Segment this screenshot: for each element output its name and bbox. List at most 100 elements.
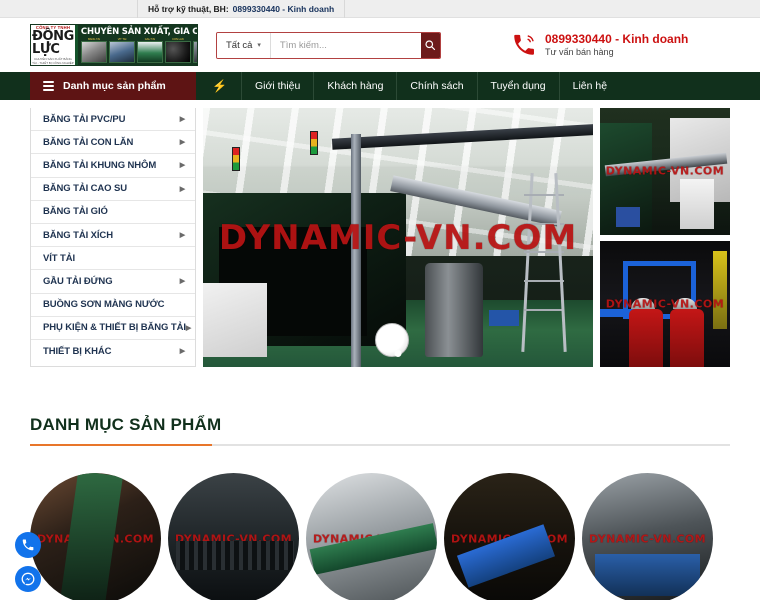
floating-messenger-button[interactable] <box>15 566 41 592</box>
search-button[interactable] <box>420 32 440 58</box>
logo-thumb: VÍT TẢI <box>108 38 136 63</box>
nav-links: Giới thiệu Khách hàng Chính sách Tuyển d… <box>240 72 620 100</box>
nav-item-tuyen-dung[interactable]: Tuyển dụng <box>476 72 559 100</box>
chevron-down-icon: ▾ <box>257 42 261 49</box>
hero-side-image-bottom[interactable]: DYNAMIC-VN.COM <box>600 240 730 367</box>
product-circle-item[interactable]: DYNAMIC-VN.COM <box>306 473 437 600</box>
yellow-column <box>713 250 728 330</box>
product-category-section: DANH MỤC SẢN PHẨM DYNAMIC-VN.COM DYNAMIC… <box>30 415 730 600</box>
nav-item-khach-hang[interactable]: Khách hàng <box>313 72 396 100</box>
sidebar-item-bang-tai-pvc-pu[interactable]: BĂNG TẢI PVC/PU ▶ <box>31 108 195 132</box>
chevron-right-icon: ▶ <box>179 278 185 286</box>
slider-dot-indicator[interactable] <box>394 350 402 357</box>
support-phone[interactable]: 0899330440 - Kinh doanh <box>233 4 335 14</box>
label-roll <box>374 322 409 357</box>
sidebar-item-bang-tai-xich[interactable]: BĂNG TẢI XÍCH ▶ <box>31 224 195 248</box>
support-label: Hỗ trợ kỹ thuật, BH: <box>148 3 229 14</box>
product-circle-item[interactable]: DYNAMIC-VN.COM <box>30 473 161 600</box>
hamburger-icon <box>43 81 54 91</box>
sidebar-item-thiet-bi-khac[interactable]: THIẾT BỊ KHÁC ▶ <box>31 340 195 363</box>
chevron-right-icon: ▶ <box>179 232 185 240</box>
image-watermark: DYNAMIC-VN.COM <box>450 532 569 545</box>
sidebar-item-label: BUỒNG SƠN MÀNG NƯỚC <box>43 299 165 311</box>
header-inner: CÔNG TY TNHH ĐỘNG LỰC CHUYÊN SẢN XUẤT BĂ… <box>30 18 730 72</box>
nav-item-gioi-thieu[interactable]: Giới thiệu <box>240 72 313 100</box>
hotline-number: 0899330440 - Kinh doanh <box>545 32 689 46</box>
hotline-text: 0899330440 - Kinh doanh Tư vấn bán hàng <box>545 32 688 58</box>
logo-company-block: CÔNG TY TNHH ĐỘNG LỰC CHUYÊN SẢN XUẤT BĂ… <box>31 25 78 65</box>
messenger-icon <box>21 572 35 586</box>
product-circle-item[interactable]: DYNAMIC-VN.COM <box>582 473 713 600</box>
nav-item-chinh-sach[interactable]: Chính sách <box>396 72 476 100</box>
chevron-right-icon: ▶ <box>179 116 185 124</box>
sidebar-item-bang-tai-cao-su[interactable]: BĂNG TẢI CAO SU ▶ <box>31 178 195 201</box>
search-bar: Tất cả ▾ <box>216 31 441 59</box>
image-watermark: DYNAMIC-VN.COM <box>312 532 431 545</box>
floating-contact-buttons <box>15 532 41 592</box>
roller-thumb-icon <box>164 41 192 63</box>
logo-thumb-strip: BĂNG TẢI VÍT TẢI GẦU TẢI CON LĂN <box>80 38 197 63</box>
sidebar-item-label: BĂNG TẢI XÍCH <box>43 229 113 241</box>
sidebar-item-gau-tai-dung[interactable]: GẦU TẢI ĐỨNG ▶ <box>31 270 195 294</box>
bucket-elevator-thumb-icon <box>136 41 164 63</box>
nav-item-lien-he[interactable]: Liên hệ <box>558 72 620 100</box>
sidebar-item-vit-tai[interactable]: VÍT TẢI <box>31 247 195 271</box>
product-circle-item[interactable]: DYNAMIC-VN.COM <box>444 473 575 600</box>
chevron-right-icon: ▶ <box>179 139 185 147</box>
sidebar-item-bang-tai-khung-nhom[interactable]: BĂNG TẢI KHUNG NHÔM ▶ <box>31 154 195 178</box>
hotline-subtitle: Tư vấn bán hàng <box>545 47 614 57</box>
sidebar-item-label: THIẾT BỊ KHÁC <box>43 345 112 357</box>
product-sidebar: BĂNG TẢI PVC/PU ▶ BĂNG TẢI CON LĂN ▶ BĂN… <box>30 108 196 367</box>
site-header: CÔNG TY TNHH ĐỘNG LỰC CHUYÊN SẢN XUẤT BĂ… <box>0 18 760 72</box>
signal-tower-light-icon <box>232 146 241 171</box>
chevron-right-icon: ▶ <box>179 348 185 356</box>
logo-banner: CHUYÊN SẢN XUẤT, GIA CÔNG BĂNG TẢI VÍT T… <box>77 25 198 65</box>
product-circle-item[interactable]: DYNAMIC-VN.COM <box>168 473 299 600</box>
sidebar-item-phu-kien-thiet-bi-bang-tai[interactable]: PHỤ KIỆN & THIẾT BỊ BĂNG TẢI ▶ <box>31 317 195 340</box>
chevron-right-icon: ▶ <box>179 162 185 170</box>
logo-thumb: CON LĂN <box>164 38 192 63</box>
phone-icon <box>22 539 34 551</box>
search-input[interactable] <box>270 32 421 58</box>
factory-photo <box>203 108 593 367</box>
lightning-bolt-icon: ⚡ <box>212 79 227 93</box>
section-underline <box>30 444 730 446</box>
sidebar-item-bang-tai-con-lan[interactable]: BĂNG TẢI CON LĂN ▶ <box>31 131 195 155</box>
logo-company-name: ĐỘNG LỰC <box>32 29 74 57</box>
sidebar-item-buong-son-mang-nuoc[interactable]: BUỒNG SƠN MÀNG NƯỚC <box>31 294 195 317</box>
top-bar-inner: Hỗ trợ kỹ thuật, BH: 0899330440 - Kinh d… <box>35 0 725 18</box>
step-ladder <box>522 173 566 352</box>
sidebar-item-label: BĂNG TẢI CON LĂN <box>43 136 134 148</box>
search-icon <box>425 40 436 51</box>
hotline-block[interactable]: 0899330440 - Kinh doanh Tư vấn bán hàng <box>511 32 688 58</box>
site-logo[interactable]: CÔNG TY TNHH ĐỘNG LỰC CHUYÊN SẢN XUẤT BĂ… <box>30 24 198 66</box>
hero-side-images: DYNAMIC-VN.COM DYNAMIC-VN.COM <box>600 108 730 367</box>
image-watermark: DYNAMIC-VN.COM <box>36 532 155 545</box>
search-category-label: Tất cả <box>226 39 253 51</box>
sidebar-item-label: PHỤ KIỆN & THIẾT BỊ BĂNG TẢI <box>43 322 186 334</box>
page-root: Hỗ trợ kỹ thuật, BH: 0899330440 - Kinh d… <box>0 0 760 600</box>
sidebar-item-bang-tai-gio[interactable]: BĂNG TẢI GIÓ <box>31 201 195 224</box>
hero-side-image-top[interactable]: DYNAMIC-VN.COM <box>600 108 730 235</box>
sidebar-item-label: BĂNG TẢI CAO SU <box>43 183 128 195</box>
product-category-button[interactable]: Danh mục sản phẩm <box>30 72 196 100</box>
frame-thumb-icon <box>192 41 197 63</box>
logo-company-sub: CHUYÊN SẢN XUẤT BĂNG TẢI - THIẾT BỊ CÔNG… <box>32 57 74 65</box>
image-watermark: DYNAMIC-VN.COM <box>174 532 293 545</box>
search-category-select[interactable]: Tất cả ▾ <box>217 32 271 58</box>
product-circle-list: DYNAMIC-VN.COM DYNAMIC-VN.COM DYNAMIC-VN… <box>30 473 730 600</box>
top-bar: Hỗ trợ kỹ thuật, BH: 0899330440 - Kinh d… <box>0 0 760 18</box>
hero-slider-main-image[interactable]: DYNAMIC-VN.COM <box>203 108 593 367</box>
product-thumbnail: DYNAMIC-VN.COM <box>306 473 437 600</box>
sidebar-item-label: VÍT TẢI <box>43 252 76 264</box>
conveyor-photo <box>600 108 730 235</box>
hero-gallery: DYNAMIC-VN.COM DYNAMIC-VN.COM DYNAMIC-VN… <box>203 108 730 367</box>
logo-tagline: CHUYÊN SẢN XUẤT, GIA CÔNG <box>80 27 198 37</box>
sidebar-item-label: BĂNG TẢI GIÓ <box>43 206 108 218</box>
chevron-right-icon: ▶ <box>179 185 185 193</box>
product-thumbnail: DYNAMIC-VN.COM <box>30 473 161 600</box>
floating-call-button[interactable] <box>15 532 41 558</box>
signal-tower-light-icon <box>310 131 319 156</box>
sidebar-item-label: BĂNG TẢI PVC/PU <box>43 113 126 125</box>
chevron-right-icon: ▶ <box>185 324 192 332</box>
